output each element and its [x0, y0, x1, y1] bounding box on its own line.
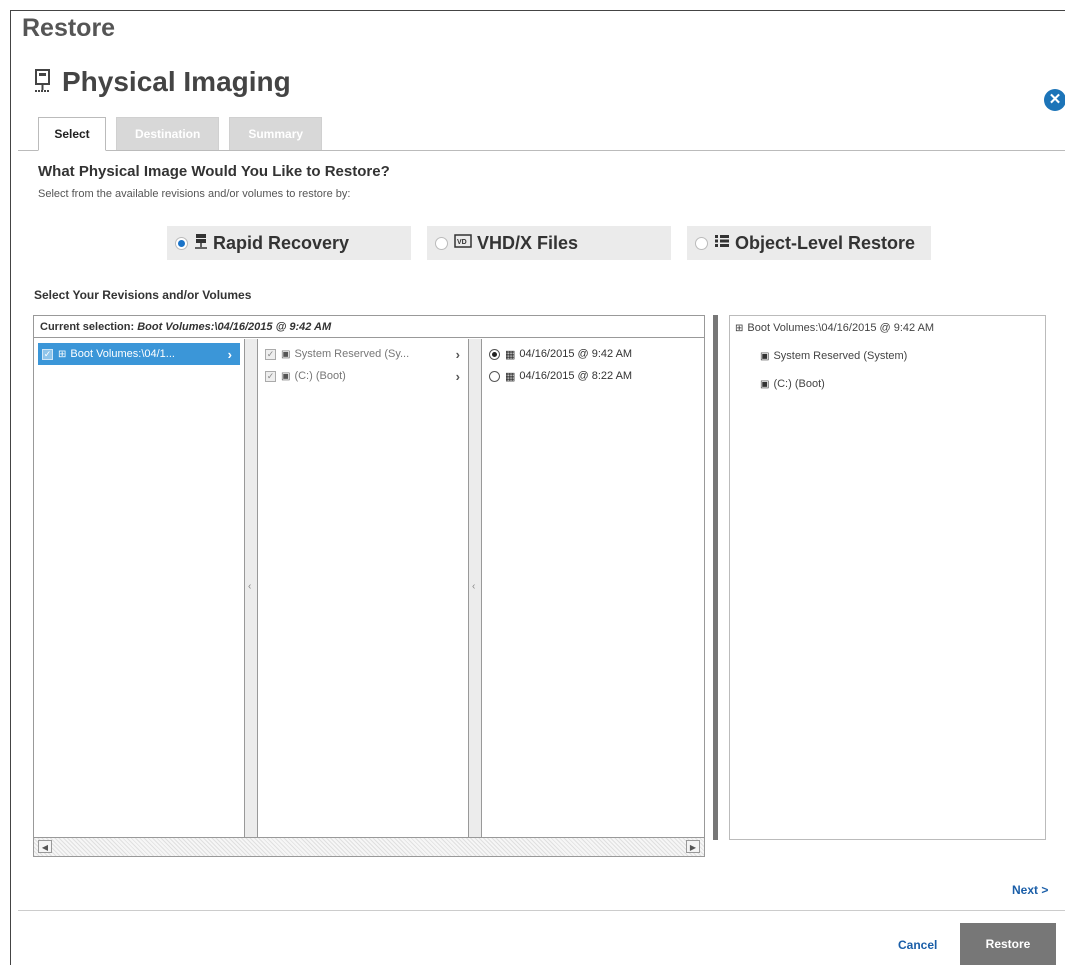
recovery-point-column: ▦ 04/16/2015 @ 9:42 AM ▦ 04/16/2015 @ 8:…: [483, 339, 704, 837]
option-vhdx-files[interactable]: VD VHD/X Files: [427, 226, 671, 260]
current-selection: Current selection: Boot Volumes:\04/16/2…: [34, 316, 704, 338]
column-splitter[interactable]: ‹: [245, 339, 258, 837]
tab-select[interactable]: Select: [38, 117, 106, 151]
window-heading: Restore: [22, 14, 116, 42]
scroll-left-icon[interactable]: ◀: [38, 840, 52, 853]
checkbox[interactable]: ✓: [265, 348, 276, 360]
checkbox[interactable]: ✓: [265, 370, 276, 382]
footer-divider: [18, 910, 1065, 911]
cancel-button[interactable]: Cancel: [898, 938, 937, 952]
revision-column: ✓ ⊞ Boot Volumes:\04/1... ›: [34, 339, 245, 837]
list-item[interactable]: ✓ ▣ System Reserved (Sy... ›: [259, 343, 468, 365]
tab-bar: Select Destination Summary: [38, 117, 323, 151]
list-item[interactable]: ▦ 04/16/2015 @ 8:22 AM: [483, 365, 704, 387]
current-selection-label: Current selection:: [40, 321, 135, 333]
recovery-point-icon: ▦: [505, 370, 516, 383]
list-item[interactable]: ✓ ⊞ Boot Volumes:\04/1... ›: [38, 343, 240, 365]
scroll-right-icon[interactable]: ▶: [686, 840, 700, 853]
object-level-radio[interactable]: [695, 236, 708, 250]
vhdx-radio[interactable]: [435, 236, 448, 250]
panel-divider: [713, 315, 718, 840]
list-icon: [714, 234, 730, 253]
tab-summary[interactable]: Summary: [229, 117, 323, 151]
selection-summary-panel: ⊞ Boot Volumes:\04/16/2015 @ 9:42 AM ▣ S…: [729, 315, 1046, 840]
boot-volumes-icon: ⊞: [735, 322, 744, 334]
vhd-icon: VD: [454, 233, 472, 253]
summary-root-label: Boot Volumes:\04/16/2015 @ 9:42 AM: [747, 322, 935, 334]
svg-text:VD: VD: [457, 239, 467, 246]
list-item[interactable]: ✓ ▣ (C:) (Boot) ›: [259, 365, 468, 387]
dialog-title: Physical Imaging: [32, 66, 291, 98]
chevron-right-icon: ›: [455, 346, 460, 362]
list-item-label: Boot Volumes:\04/1...: [70, 348, 175, 360]
volume-icon: ▣: [760, 378, 770, 390]
list-item-label: 04/16/2015 @ 8:22 AM: [519, 370, 633, 382]
option-label: Rapid Recovery: [213, 232, 350, 253]
splitter-arrow: ‹: [472, 581, 476, 592]
checkbox[interactable]: ✓: [42, 348, 53, 360]
list-item[interactable]: ▦ 04/16/2015 @ 9:42 AM: [483, 343, 704, 365]
revision-browser: Current selection: Boot Volumes:\04/16/2…: [33, 315, 705, 857]
recovery-point-radio[interactable]: [489, 370, 500, 382]
recovery-point-icon: ▦: [505, 348, 516, 361]
tab-destination[interactable]: Destination: [116, 117, 220, 151]
list-item-label: (C:) (Boot): [294, 370, 346, 382]
restore-button[interactable]: Restore: [960, 923, 1056, 965]
summary-item-label: (C:) (Boot): [773, 378, 825, 390]
section-label: Select Your Revisions and/or Volumes: [34, 288, 252, 302]
question-title: What Physical Image Would You Like to Re…: [38, 163, 390, 180]
volume-icon: ▣: [281, 348, 291, 360]
summary-root: ⊞ Boot Volumes:\04/16/2015 @ 9:42 AM: [735, 322, 934, 334]
summary-item: ▣ System Reserved (System): [760, 350, 907, 362]
option-rapid-recovery[interactable]: Rapid Recovery: [167, 226, 411, 260]
column-splitter[interactable]: ‹: [469, 339, 482, 837]
summary-item: ▣ (C:) (Boot): [760, 378, 825, 390]
splitter-arrow: ‹: [248, 581, 252, 592]
tab-divider: [18, 150, 1065, 151]
next-link[interactable]: Next >: [1012, 883, 1048, 897]
volume-icon: ▣: [760, 350, 770, 362]
option-object-level-restore[interactable]: Object-Level Restore: [687, 226, 931, 260]
option-label: VHD/X Files: [477, 232, 579, 253]
chevron-right-icon: ›: [227, 346, 232, 362]
current-selection-value: Boot Volumes:\04/16/2015 @ 9:42 AM: [137, 321, 332, 333]
list-item-label: System Reserved (Sy...: [294, 348, 410, 360]
dialog-title-text: Physical Imaging: [62, 66, 291, 97]
rapid-recovery-radio[interactable]: [175, 236, 188, 250]
server-icon: [194, 233, 208, 254]
boot-volumes-icon: ⊞: [58, 348, 67, 360]
horizontal-scrollbar[interactable]: ◀ ▶: [34, 837, 704, 856]
volume-column: ✓ ▣ System Reserved (Sy... › ✓ ▣ (C:) (B…: [259, 339, 469, 837]
physical-imaging-icon: [32, 68, 54, 96]
volume-icon: ▣: [281, 370, 291, 382]
summary-item-label: System Reserved (System): [773, 350, 908, 362]
list-item-label: 04/16/2015 @ 9:42 AM: [519, 348, 633, 360]
recovery-point-radio[interactable]: [489, 348, 500, 360]
chevron-right-icon: ›: [455, 368, 460, 384]
option-label: Object-Level Restore: [735, 232, 916, 253]
close-icon[interactable]: ✕: [1044, 89, 1065, 111]
question-subtitle: Select from the available revisions and/…: [38, 188, 351, 200]
